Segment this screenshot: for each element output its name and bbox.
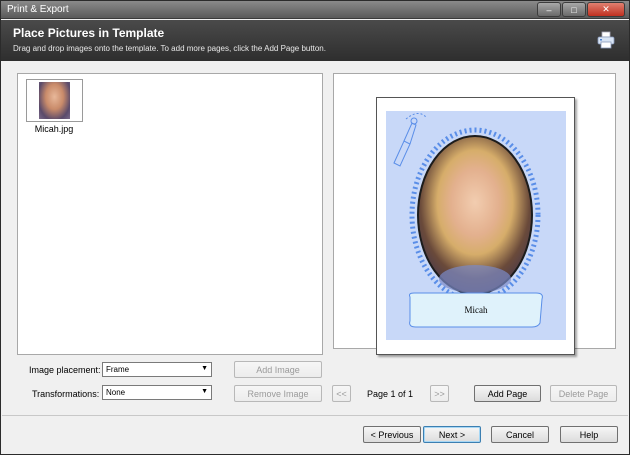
transformations-label: Transformations: — [32, 389, 100, 399]
image-thumbnail[interactable] — [26, 79, 83, 122]
template-page[interactable]: Micah — [376, 97, 575, 355]
window-controls: – □ ✕ — [536, 2, 625, 17]
thumbnail-label: Micah.jpg — [34, 124, 74, 134]
thumbnail-photo — [39, 82, 70, 119]
title-bar[interactable]: Print & Export – □ ✕ — [1, 1, 629, 19]
printer-icon — [597, 31, 615, 49]
add-page-button[interactable]: Add Page — [474, 385, 541, 402]
paintbrush-doodle-icon — [393, 113, 427, 167]
page-indicator: Page 1 of 1 — [367, 389, 414, 399]
previous-button[interactable]: < Previous — [363, 426, 421, 443]
remove-image-button[interactable]: Remove Image — [234, 385, 322, 402]
page-title: Place Pictures in Template — [13, 26, 165, 40]
chevron-down-icon: ▼ — [201, 365, 208, 372]
print-export-window: Print & Export – □ ✕ Place Pictures in T… — [0, 0, 630, 455]
add-image-button[interactable]: Add Image — [234, 361, 322, 378]
wizard-header: Place Pictures in Template Drag and drop… — [1, 20, 629, 61]
banner-label: Micah — [464, 305, 488, 315]
close-button[interactable]: ✕ — [587, 2, 625, 17]
footer-divider — [2, 415, 628, 416]
window-title: Print & Export — [7, 4, 69, 15]
image-placement-label: Image placement: — [29, 365, 101, 375]
template-background: Micah — [386, 111, 566, 340]
image-placement-value: Frame — [106, 365, 130, 374]
transformations-value: None — [106, 388, 126, 397]
page-subtitle: Drag and drop images onto the template. … — [13, 44, 326, 53]
next-page-button[interactable]: >> — [430, 385, 449, 402]
transformations-select[interactable]: None ▼ — [102, 385, 212, 400]
chevron-down-icon: ▼ — [201, 388, 208, 395]
image-placement-select[interactable]: Frame ▼ — [102, 362, 212, 377]
previous-page-button[interactable]: << — [332, 385, 351, 402]
maximize-button[interactable]: □ — [562, 2, 586, 17]
minimize-button[interactable]: – — [537, 2, 561, 17]
cancel-button[interactable]: Cancel — [491, 426, 549, 443]
delete-page-button[interactable]: Delete Page — [550, 385, 617, 402]
next-button[interactable]: Next > — [423, 426, 481, 443]
help-button[interactable]: Help — [560, 426, 618, 443]
